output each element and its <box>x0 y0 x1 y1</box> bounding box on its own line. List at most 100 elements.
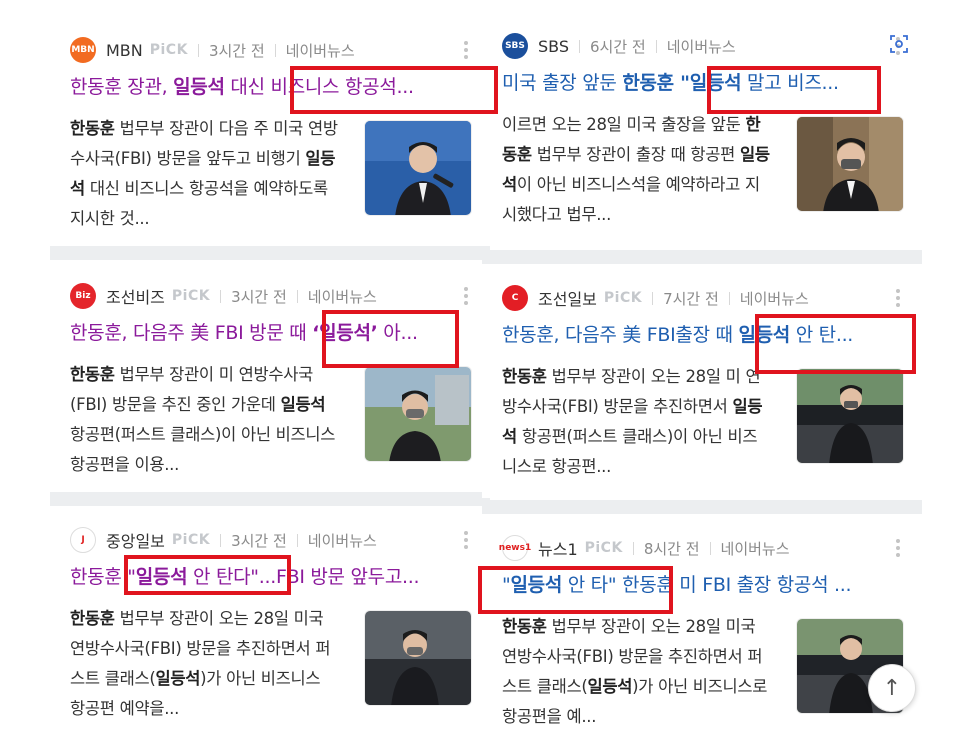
article-summary[interactable]: 한동훈 법무부 장관이 미 연방수사국(FBI) 방문을 추진 중인 가운데 일… <box>70 360 338 480</box>
article-summary[interactable]: 한동훈 법무부 장관이 오는 28일 미국 연방수사국(FBI) 방문을 추진하… <box>70 604 338 724</box>
headline-post: 안 탄... <box>789 324 854 346</box>
publish-time: 7시간 전 <box>663 289 719 308</box>
headline-keyword: 일등석 <box>135 566 188 588</box>
article-thumbnail[interactable] <box>796 116 904 212</box>
publish-time: 3시간 전 <box>208 41 265 60</box>
headline-keyword: ‘일등석’ <box>312 322 378 344</box>
press-name[interactable]: 중앙일보 <box>106 528 165 552</box>
press-name[interactable]: SBS <box>538 37 569 56</box>
headline-post: 안 타" 한동훈 미 FBI 출장 항공석 ... <box>562 574 852 596</box>
press-logo[interactable]: MBN <box>70 37 96 63</box>
summary-segment: 일등석 <box>587 677 633 696</box>
news-card[interactable]: MBN MBN PiCK 3시간 전 네이버뉴스한동훈 장관, 일등석 대신 비즈니스 … <box>50 37 490 246</box>
pick-badge: PiCK <box>171 288 211 304</box>
press-logo-text: SBS <box>505 41 525 51</box>
naver-news-link[interactable]: 네이버뉴스 <box>308 286 377 307</box>
summary-segment: 일등석 <box>155 669 201 688</box>
headline-link[interactable]: "일등석 안 타" 한동훈 미 FBI 출장 항공석 ... <box>502 570 908 597</box>
article-summary[interactable]: 한동훈 법무부 장관이 오는 28일 미국 연방수사국(FBI) 방문을 추진하… <box>502 612 770 732</box>
headline-keyword: 일등석 <box>173 76 225 98</box>
headline-link[interactable]: 미국 출장 앞둔 한동훈 "일등석 말고 비즈... <box>502 68 908 95</box>
summary-segment: 일등석 <box>280 395 326 414</box>
card-separator <box>50 246 490 260</box>
press-logo[interactable]: C <box>502 285 528 311</box>
more-vertical-icon[interactable] <box>896 289 900 310</box>
meta-divider <box>296 289 298 303</box>
left-column: MBN MBN PiCK 3시간 전 네이버뉴스 한동훈 장관, 일등석 대신 비즈니스 … <box>50 0 490 745</box>
headline-pre: 한동훈, 다음주 美 FBI출장 때 <box>502 324 739 346</box>
card-meta: SBS SBS 6시간 전 네이버뉴스 <box>502 33 736 59</box>
summary-segment: 항공편(퍼스트 클래스)이 아닌 비즈니스 항공편을 이용... <box>70 425 336 474</box>
summary-segment: 한동훈 <box>70 365 115 384</box>
news-card[interactable]: J 중앙일보 PiCK 3시간 전 네이버뉴스 한동훈 "일등석 안 탄다"...FBI … <box>50 527 490 745</box>
article-thumbnail[interactable] <box>364 610 472 706</box>
news-card[interactable]: SBS SBS 6시간 전 네이버뉴스 미국 출장 앞둔 한동훈 "일등석 말고 비즈.… <box>482 33 922 246</box>
image-search-icon[interactable] <box>889 34 909 54</box>
headline-link[interactable]: 한동훈, 다음주 美 FBI출장 때 일등석 안 탄... <box>502 320 908 347</box>
news-card[interactable]: C 조선일보 PiCK 7시간 전 네이버뉴스한동훈, 다음주 美 FBI출장 때 일등… <box>482 285 922 498</box>
press-name[interactable]: 조선일보 <box>538 286 597 310</box>
headline-keyword: 일등석 <box>510 574 562 596</box>
news-card[interactable]: Biz 조선비즈 PiCK 3시간 전 네이버뉴스한동훈, 다음주 美 FBI 방문 때… <box>50 283 490 492</box>
headline-link[interactable]: 한동훈, 다음주 美 FBI 방문 때 ‘일등석’ 아... <box>70 318 476 345</box>
meta-divider <box>728 291 730 305</box>
headline-link[interactable]: 한동훈 장관, 일등석 대신 비즈니스 항공석... <box>70 72 476 99</box>
card-meta: C 조선일보 PiCK 7시간 전 네이버뉴스 <box>502 285 809 311</box>
summary-segment: 한동훈 <box>502 367 547 386</box>
press-logo[interactable]: SBS <box>502 33 528 59</box>
headline-post: 아... <box>377 322 418 344</box>
more-vertical-icon[interactable] <box>464 531 468 552</box>
article-thumbnail[interactable] <box>796 368 904 464</box>
meta-divider <box>274 43 276 57</box>
press-logo[interactable]: Biz <box>70 283 96 309</box>
headline-pre: 한동훈 장관, <box>70 76 174 98</box>
press-name[interactable]: 뉴스1 <box>538 536 578 560</box>
right-column: SBS SBS 6시간 전 네이버뉴스 미국 출장 앞둔 한동훈 "일등석 말고 비즈.… <box>482 0 922 745</box>
summary-segment: 법무부 장관이 출장 때 항공편 <box>531 145 740 164</box>
article-summary[interactable]: 한동훈 법무부 장관이 다음 주 미국 연방수사국(FBI) 방문을 앞두고 비… <box>70 114 338 234</box>
naver-news-link[interactable]: 네이버뉴스 <box>286 40 355 61</box>
summary-segment: 한동훈 <box>70 119 115 138</box>
meta-divider <box>655 39 657 53</box>
headline-post: 대신 비즈니스 항공석... <box>224 76 414 98</box>
card-meta: Biz 조선비즈 PiCK 3시간 전 네이버뉴스 <box>70 283 377 309</box>
headline-post: 안 탄다"...FBI 방문 앞두고... <box>187 566 420 588</box>
naver-news-link[interactable]: 네이버뉴스 <box>740 288 809 309</box>
headline-pre: 한동훈, 다음주 美 FBI 방문 때 <box>70 322 313 344</box>
card-separator <box>482 250 922 264</box>
summary-segment: 한동훈 <box>70 609 115 628</box>
press-logo[interactable]: J <box>70 527 96 553</box>
pick-badge: PiCK <box>149 42 188 58</box>
press-logo-text: Biz <box>75 291 91 301</box>
card-meta: MBN MBN PiCK 3시간 전 네이버뉴스 <box>70 37 355 63</box>
naver-news-link[interactable]: 네이버뉴스 <box>667 36 736 57</box>
press-logo-text: J <box>81 535 85 545</box>
press-name[interactable]: 조선비즈 <box>106 284 165 308</box>
more-vertical-icon[interactable] <box>464 41 468 62</box>
more-vertical-icon[interactable] <box>464 287 468 308</box>
pick-badge: PiCK <box>603 290 643 306</box>
meta-divider <box>220 289 222 303</box>
press-logo-text: C <box>511 293 519 303</box>
summary-segment: 항공편(퍼스트 클래스)이 아닌 비즈니스로 항공편... <box>502 427 758 476</box>
article-thumbnail[interactable] <box>364 366 472 462</box>
naver-news-link[interactable]: 네이버뉴스 <box>721 538 790 559</box>
article-summary[interactable]: 한동훈 법무부 장관이 오는 28일 미 연방수사국(FBI) 방문을 추진하면… <box>502 362 770 482</box>
naver-news-link[interactable]: 네이버뉴스 <box>308 530 377 551</box>
publish-time: 3시간 전 <box>231 531 287 550</box>
scroll-top-button[interactable]: ↑ <box>868 664 916 712</box>
article-thumbnail[interactable] <box>364 120 472 216</box>
meta-divider <box>579 39 581 53</box>
headline-link[interactable]: 한동훈 "일등석 안 탄다"...FBI 방문 앞두고... <box>70 562 476 589</box>
publish-time: 3시간 전 <box>231 287 287 306</box>
press-name[interactable]: MBN <box>106 41 143 60</box>
press-logo[interactable]: news1 <box>498 535 532 561</box>
headline-pre: 미국 출장 앞둔 <box>502 72 623 94</box>
meta-divider <box>632 541 634 555</box>
article-summary[interactable]: 이르면 오는 28일 미국 출장을 앞둔 한동훈 법무부 장관이 출장 때 항공… <box>502 110 770 230</box>
press-logo-text: news1 <box>498 543 532 553</box>
news-card[interactable]: news1 뉴스1 PiCK 8시간 전 네이버뉴스 "일등석 안 타" 한동훈 미 FB… <box>482 535 922 745</box>
more-vertical-icon[interactable] <box>896 539 900 560</box>
summary-segment: 이 아닌 비즈니스석을 예약하라고 지시했다고 법무... <box>502 175 760 224</box>
scroll-top-icon: ↑ <box>882 675 902 701</box>
